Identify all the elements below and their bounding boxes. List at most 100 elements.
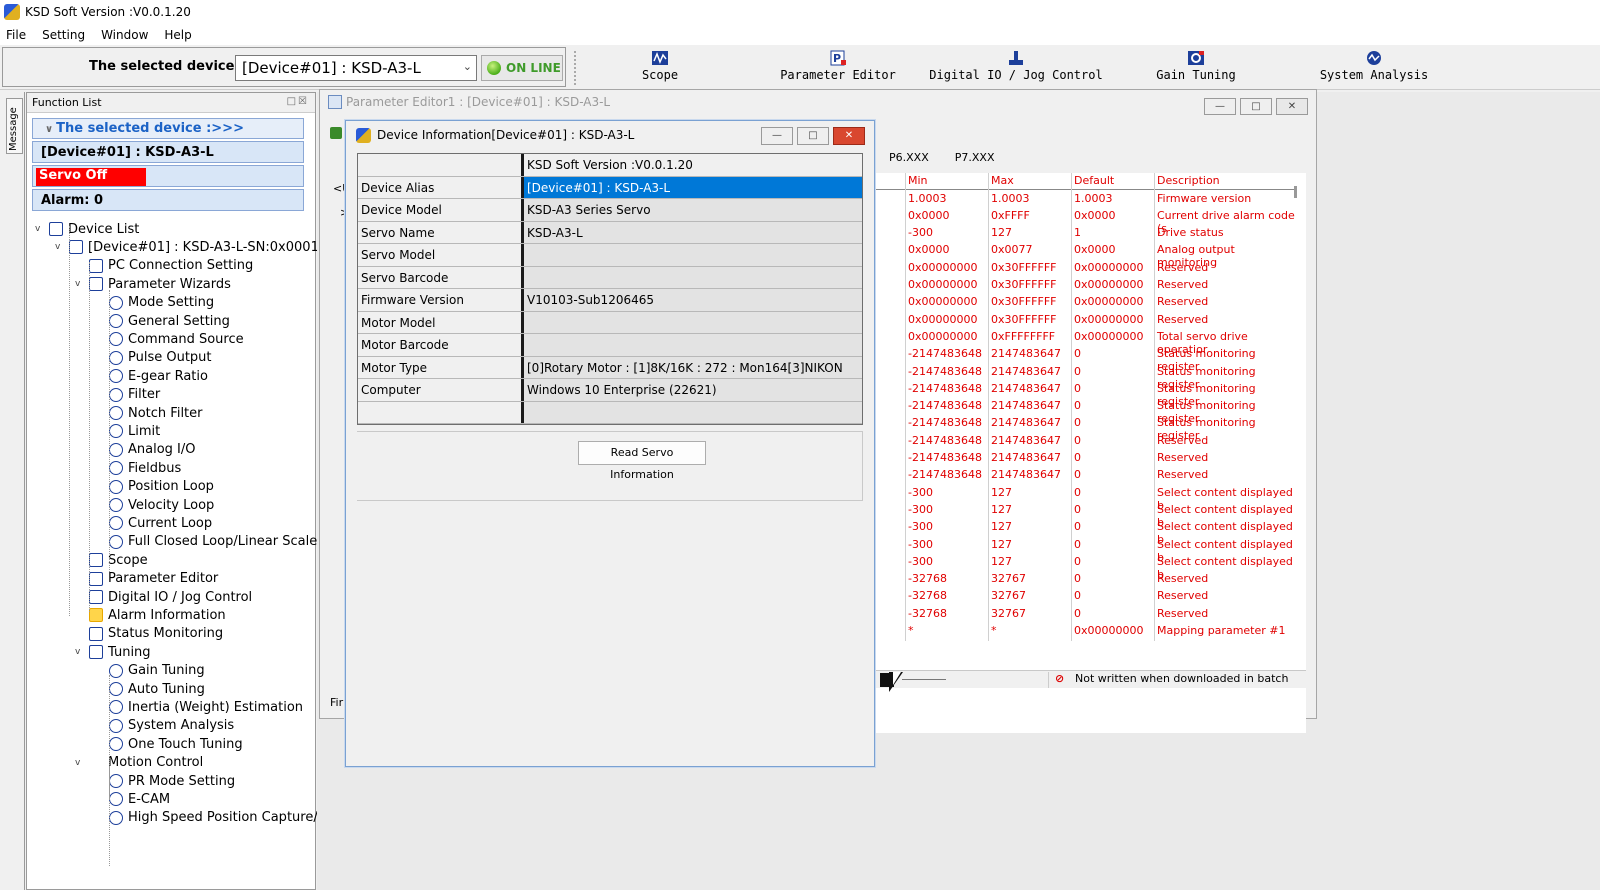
online-status-button[interactable]: ON LINE: [481, 55, 563, 81]
col-description[interactable]: Description: [1157, 174, 1220, 187]
info-value[interactable]: [524, 334, 862, 356]
table-row[interactable]: Servo Barcode: [358, 266, 862, 289]
tree-expander-icon[interactable]: v: [75, 279, 85, 289]
info-value[interactable]: [0]Rotary Motor : [1]8K/16K : 272 : Mon1…: [524, 356, 862, 378]
tree-item[interactable]: Limit: [95, 422, 160, 440]
selected-device-heading[interactable]: ∨ The selected device :>>>: [32, 118, 304, 139]
tree-item[interactable]: E-CAM: [95, 790, 170, 808]
tree-item[interactable]: Scope: [75, 551, 148, 569]
tree-item[interactable]: Velocity Loop: [95, 496, 214, 514]
info-value[interactable]: [524, 266, 862, 288]
tree-item[interactable]: Position Loop: [95, 478, 214, 496]
tree-item[interactable]: Alarm Information: [75, 606, 226, 624]
tab-p6[interactable]: P6.XXX: [876, 148, 942, 167]
tree-item[interactable]: Gain Tuning: [95, 662, 205, 680]
device-select[interactable]: [Device#01] : KSD-A3-L ⌄: [235, 55, 477, 81]
table-row[interactable]: Servo Model: [358, 244, 862, 267]
table-row[interactable]: -32768 32767 0 Reserved: [876, 606, 1296, 623]
close-button[interactable]: ✕: [833, 127, 865, 145]
info-value[interactable]: V10103-Sub1206465: [524, 289, 862, 311]
table-row[interactable]: 0x00000000 0x30FFFFFF 0x00000000 Reserved: [876, 260, 1296, 277]
info-value[interactable]: Windows 10 Enterprise (22621): [524, 379, 862, 401]
table-row[interactable]: -2147483648 2147483647 0 Status monitoring …: [876, 381, 1296, 408]
tab-p7[interactable]: P7.XXX: [942, 148, 1008, 167]
tree-item[interactable]: Current Loop: [95, 514, 212, 532]
tree-item[interactable]: Auto Tuning: [95, 680, 205, 698]
tree-item[interactable]: Full Closed Loop/Linear Scale: [95, 533, 317, 551]
table-row[interactable]: -300 127 0 Select content displayed b: [876, 554, 1296, 581]
table-row[interactable]: -2147483648 2147483647 0 Status monitoring …: [876, 415, 1296, 442]
table-row[interactable]: 1.0003 1.0003 1.0003 Firmware version: [876, 191, 1296, 208]
read-servo-information-button[interactable]: Read Servo Information: [578, 441, 706, 481]
toolbar-system-analysis-button[interactable]: System Analysis: [1314, 49, 1434, 87]
table-row[interactable]: [358, 401, 862, 424]
table-row[interactable]: * * 0x00000000 Mapping parameter #1: [876, 623, 1296, 640]
tree-item[interactable]: High Speed Position Capture/C: [95, 809, 327, 827]
message-side-tab[interactable]: Message: [6, 98, 23, 154]
table-row[interactable]: -2147483648 2147483647 0 Status monitoring …: [876, 398, 1296, 425]
tree-item[interactable]: v Parameter Wizards: [75, 275, 231, 293]
table-row[interactable]: Device Model KSD-A3 Series Servo: [358, 199, 862, 222]
tree-item[interactable]: Digital IO / Jog Control: [75, 588, 252, 606]
info-value[interactable]: KSD-A3-L: [524, 221, 862, 243]
tree-expander-icon[interactable]: v: [55, 242, 65, 252]
table-row[interactable]: -32768 32767 0 Reserved: [876, 571, 1296, 588]
tree-item[interactable]: PR Mode Setting: [95, 772, 235, 790]
table-row[interactable]: -32768 32767 0 Reserved: [876, 588, 1296, 605]
tree-item[interactable]: Mode Setting: [95, 294, 214, 312]
tree-item[interactable]: v Device List: [35, 220, 139, 238]
maximize-button[interactable]: □: [797, 127, 829, 145]
info-value[interactable]: [Device#01] : KSD-A3-L: [524, 176, 862, 198]
toolbar-grip[interactable]: [574, 51, 578, 85]
table-row[interactable]: -2147483648 2147483647 0 Reserved: [876, 467, 1296, 484]
tree-item[interactable]: One Touch Tuning: [95, 735, 243, 753]
table-row[interactable]: -300 127 0 Select content displayed b: [876, 502, 1296, 529]
menu-setting[interactable]: Setting: [42, 28, 85, 42]
tree-item[interactable]: v Motion Control: [75, 754, 203, 772]
table-row[interactable]: -2147483648 2147483647 0 Status monitoring …: [876, 364, 1296, 391]
table-row[interactable]: Servo Name KSD-A3-L: [358, 221, 862, 244]
tree-item[interactable]: Analog I/O: [95, 441, 196, 459]
table-row[interactable]: -300 127 0 Select content displayed b: [876, 485, 1296, 512]
tree-item[interactable]: Notch Filter: [95, 404, 203, 422]
open-folder-icon[interactable]: [330, 127, 342, 139]
col-min[interactable]: Min: [908, 174, 928, 187]
toolbar-digital-io-button[interactable]: Digital IO / Jog Control: [926, 49, 1106, 87]
table-row[interactable]: 0x0000 0x0077 0x0000 Analog output monitori…: [876, 242, 1296, 269]
table-row[interactable]: 0x00000000 0x30FFFFFF 0x00000000 Reserved: [876, 294, 1296, 311]
toolbar-scope-button[interactable]: Scope: [628, 49, 692, 87]
tree-item[interactable]: Command Source: [95, 330, 244, 348]
tree-item[interactable]: PC Connection Setting: [75, 257, 253, 275]
minimize-button[interactable]: —: [1204, 98, 1236, 115]
table-row[interactable]: Motor Barcode: [358, 334, 862, 357]
tree-expander-icon[interactable]: v: [35, 224, 45, 234]
col-default[interactable]: Default: [1074, 174, 1114, 187]
pin-close-icons[interactable]: □☒: [287, 96, 309, 107]
table-row[interactable]: 0x0000 0xFFFF 0x0000 Current drive alarm co…: [876, 208, 1296, 235]
table-row[interactable]: -300 127 0 Select content displayed b: [876, 519, 1296, 546]
menu-help[interactable]: Help: [164, 28, 191, 42]
info-value[interactable]: KSD-A3 Series Servo: [524, 199, 862, 221]
tree-expander-icon[interactable]: v: [75, 758, 85, 768]
table-row[interactable]: -2147483648 2147483647 0 Status monitoring …: [876, 346, 1296, 373]
menu-window[interactable]: Window: [101, 28, 148, 42]
parameter-grid-scrollbar[interactable]: [1294, 186, 1297, 198]
table-row[interactable]: -300 127 0 Select content displayed b: [876, 537, 1296, 564]
col-max[interactable]: Max: [991, 174, 1014, 187]
tree-item[interactable]: E-gear Ratio: [95, 367, 208, 385]
toolbar-gain-tuning-button[interactable]: Gain Tuning: [1150, 49, 1242, 87]
tree-item[interactable]: Fieldbus: [95, 459, 181, 477]
table-row[interactable]: Firmware Version V10103-Sub1206465: [358, 289, 862, 312]
info-value[interactable]: [524, 244, 862, 266]
tree-item[interactable]: v Tuning: [75, 643, 151, 661]
table-row[interactable]: Computer Windows 10 Enterprise (22621): [358, 379, 862, 402]
tree-item[interactable]: System Analysis: [95, 717, 234, 735]
tree-item[interactable]: Status Monitoring: [75, 625, 223, 643]
toolbar-parameter-editor-button[interactable]: P Parameter Editor: [776, 49, 900, 87]
tree-item[interactable]: Filter: [95, 386, 160, 404]
tree-item[interactable]: Parameter Editor: [75, 570, 218, 588]
tree-expander-icon[interactable]: v: [75, 647, 85, 657]
minimize-button[interactable]: —: [761, 127, 793, 145]
menu-file[interactable]: File: [6, 28, 26, 42]
table-row[interactable]: -2147483648 2147483647 0 Reserved: [876, 433, 1296, 450]
